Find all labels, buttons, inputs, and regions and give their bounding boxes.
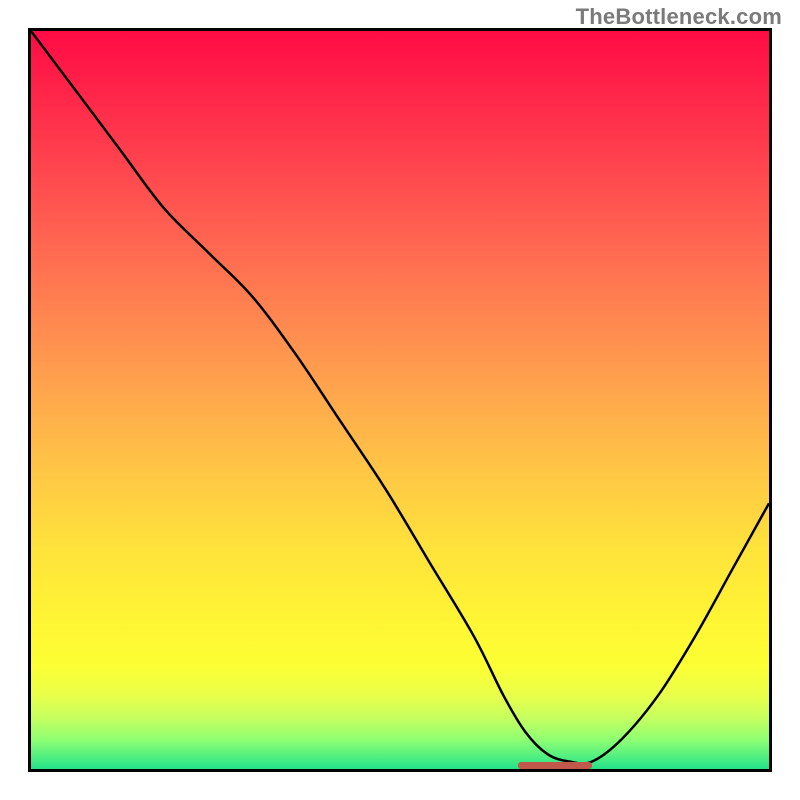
plot-frame (28, 28, 772, 772)
bottleneck-curve (31, 31, 769, 769)
curve-line (31, 31, 769, 764)
optimal-range-marker (518, 762, 592, 769)
watermark-label: TheBottleneck.com (576, 4, 782, 30)
chart-container: TheBottleneck.com (0, 0, 800, 800)
